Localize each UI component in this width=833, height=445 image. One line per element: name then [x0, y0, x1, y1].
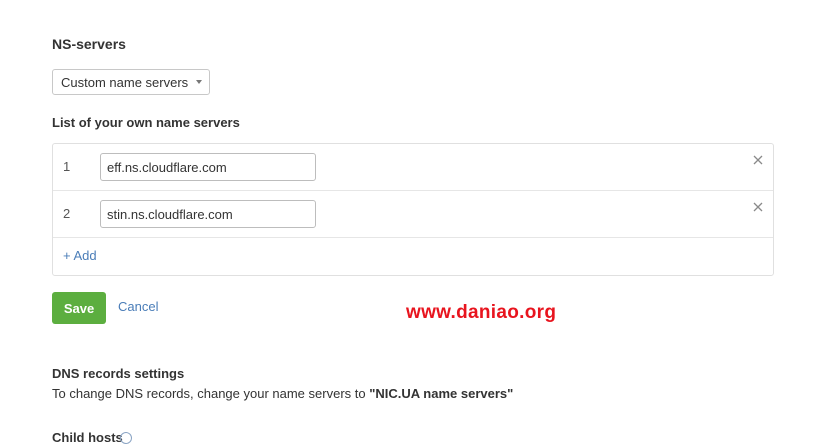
ns-servers-title: NS-servers: [52, 36, 126, 52]
name-server-input-1[interactable]: [100, 153, 316, 181]
name-servers-list-title: List of your own name servers: [52, 115, 240, 130]
name-server-row-1: 1: [53, 144, 773, 191]
chevron-down-icon: [196, 80, 202, 84]
ns-type-select-value: Custom name servers: [61, 74, 189, 90]
dns-records-title: DNS records settings: [52, 366, 185, 381]
name-server-input-2[interactable]: [100, 200, 316, 228]
watermark-text: www.daniao.org: [406, 302, 557, 323]
dns-desc-text: To change DNS records, change your name …: [52, 386, 370, 401]
close-icon[interactable]: [751, 200, 765, 214]
ns-type-select[interactable]: Custom name servers: [52, 69, 210, 95]
info-icon[interactable]: [120, 432, 132, 444]
row-number: 2: [63, 206, 71, 221]
dns-records-description: To change DNS records, change your name …: [52, 386, 513, 401]
row-number: 1: [63, 159, 71, 174]
close-icon[interactable]: [751, 153, 765, 167]
cancel-link[interactable]: Cancel: [118, 299, 158, 314]
name-servers-list: 1 2 + Add: [52, 143, 774, 276]
dns-desc-target: "NIC.UA name servers": [369, 386, 514, 401]
save-button[interactable]: Save: [52, 292, 106, 324]
name-server-row-2: 2: [53, 191, 773, 238]
add-name-server-link[interactable]: + Add: [63, 248, 97, 263]
